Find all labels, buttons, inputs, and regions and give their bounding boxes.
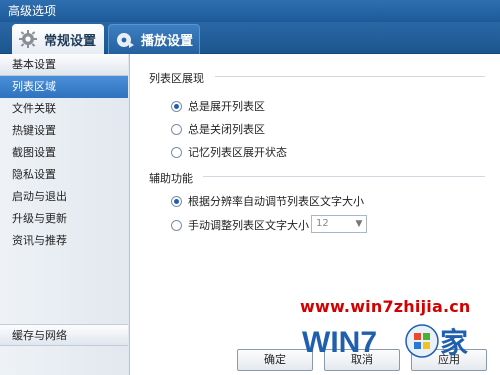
win7-logo: WIN7 家 [302,324,468,359]
radio-label: 总是展开列表区 [188,100,265,113]
section-title-list-display: 列表区展现 [149,72,204,85]
radio-manual-font-size[interactable]: 手动调整列表区文字大小 [171,217,309,233]
play-settings-icon [117,32,134,48]
radio-button[interactable] [171,219,182,231]
font-size-select[interactable]: 12 ▼ [311,215,367,233]
watermark-url: www.win7zhijia.cn [300,297,471,316]
radio-button[interactable] [171,100,182,112]
tab-playback-label: 播放设置 [141,34,194,49]
radio-label: 记忆列表区展开状态 [188,146,287,159]
window-title-bar: 高级选项 [0,0,500,22]
tab-bar: 常规设置 播放设置 [0,22,500,54]
radio-label: 手动调整列表区文字大小 [188,219,309,232]
tab-general-label: 常规设置 [44,33,97,49]
section-divider [215,76,485,77]
sidebar-item-cache-network[interactable]: 缓存与网络 [0,324,128,346]
sidebar-item-list-area[interactable]: 列表区域 [0,76,128,98]
windows-flag-icon [405,324,439,358]
section-divider [203,176,485,177]
radio-button[interactable] [171,146,182,158]
radio-always-expand[interactable]: 总是展开列表区 [171,98,265,114]
radio-always-close[interactable]: 总是关闭列表区 [171,121,265,137]
radio-auto-font-size[interactable]: 根据分辨率自动调节列表区文字大小 [171,193,364,209]
tab-general-settings[interactable]: 常规设置 [12,24,104,54]
chevron-down-icon: ▼ [355,219,363,229]
gear-icon [19,30,37,48]
font-size-value: 12 [316,218,329,229]
section-title-accessibility: 辅助功能 [149,172,193,185]
radio-label: 根据分辨率自动调节列表区文字大小 [188,195,364,208]
sidebar-item-privacy[interactable]: 隐私设置 [0,164,128,186]
sidebar-item-news[interactable]: 资讯与推荐 [0,230,128,252]
sidebar: 基本设置 列表区域 文件关联 热键设置 截图设置 隐私设置 启动与退出 升级与更… [0,54,130,375]
sidebar-item-update[interactable]: 升级与更新 [0,208,128,230]
sidebar-item-file-association[interactable]: 文件关联 [0,98,128,120]
radio-remember-state[interactable]: 记忆列表区展开状态 [171,144,287,160]
logo-suffix: 家 [440,326,468,359]
tab-playback-settings[interactable]: 播放设置 [108,24,200,54]
window-title: 高级选项 [8,4,57,18]
logo-text: WIN7 [302,326,377,359]
sidebar-item-screenshot[interactable]: 截图设置 [0,142,128,164]
sidebar-item-hotkeys[interactable]: 热键设置 [0,120,128,142]
sidebar-item-startup-exit[interactable]: 启动与退出 [0,186,128,208]
radio-button[interactable] [171,123,182,135]
radio-label: 总是关闭列表区 [188,123,265,136]
sidebar-header-basic-settings[interactable]: 基本设置 [0,54,128,76]
radio-button[interactable] [171,195,182,207]
